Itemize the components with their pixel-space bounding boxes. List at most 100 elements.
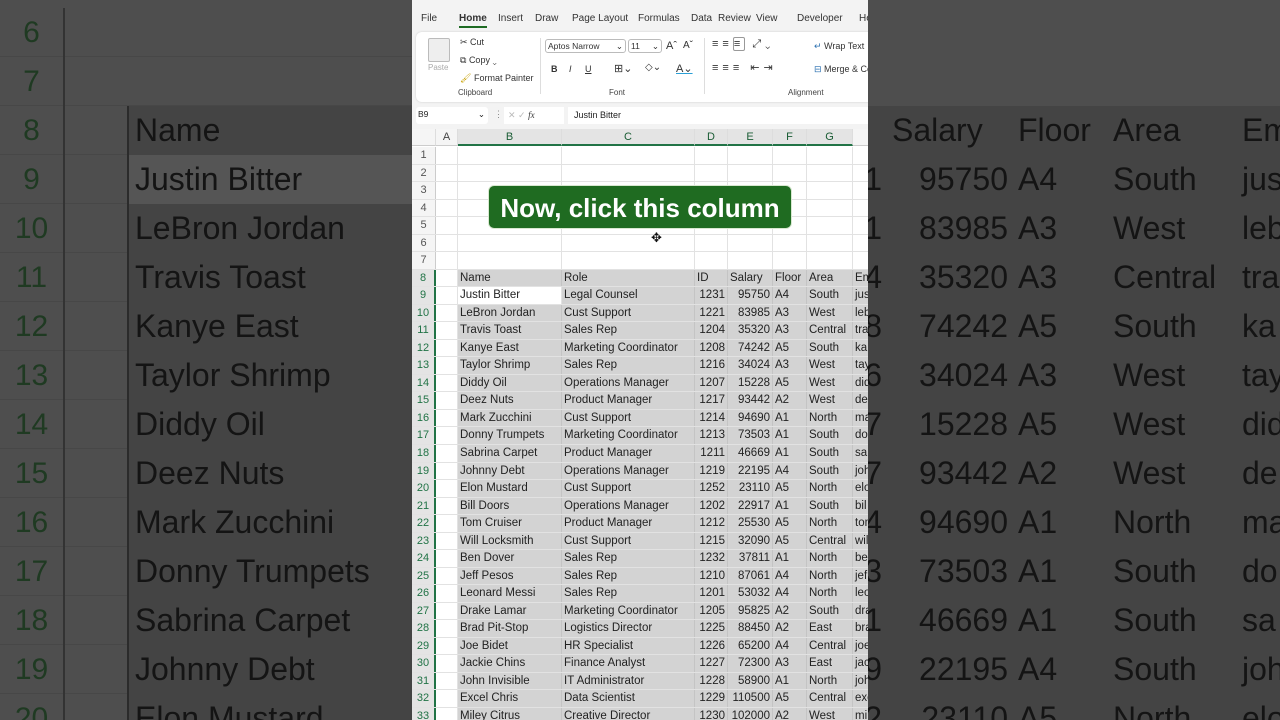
- cell[interactable]: Travis Toast: [458, 322, 562, 339]
- cell[interactable]: A4: [773, 567, 807, 585]
- cell[interactable]: Central: [807, 690, 853, 707]
- row-header-13[interactable]: 13: [412, 357, 436, 374]
- cell[interactable]: [436, 690, 458, 707]
- cell[interactable]: 34024: [728, 357, 773, 374]
- cell[interactable]: South: [807, 287, 853, 304]
- cell[interactable]: A2: [773, 707, 807, 720]
- cell[interactable]: [773, 234, 807, 252]
- tab-formulas[interactable]: Formulas: [638, 13, 680, 24]
- cell[interactable]: [853, 165, 868, 182]
- cell[interactable]: 1226: [695, 637, 728, 655]
- cell[interactable]: 1215: [695, 532, 728, 550]
- cell[interactable]: South: [807, 462, 853, 480]
- cell[interactable]: 46669: [728, 445, 773, 462]
- cell[interactable]: 94690: [728, 409, 773, 427]
- cell[interactable]: 1228: [695, 672, 728, 690]
- cell[interactable]: [853, 147, 868, 164]
- cell[interactable]: leb: [853, 304, 868, 322]
- row-header-26[interactable]: 26: [412, 585, 436, 602]
- column-header-E[interactable]: E: [728, 129, 773, 146]
- cell[interactable]: A4: [773, 287, 807, 304]
- cell[interactable]: [436, 602, 458, 620]
- cell[interactable]: ka: [853, 339, 868, 357]
- cell[interactable]: [436, 515, 458, 532]
- cell[interactable]: [773, 252, 807, 269]
- tab-page-layout[interactable]: Page Layout: [572, 13, 628, 24]
- cell[interactable]: 1213: [695, 427, 728, 444]
- cell[interactable]: 53032: [728, 585, 773, 602]
- cell[interactable]: bra: [853, 620, 868, 637]
- cell[interactable]: South: [807, 602, 853, 620]
- cell[interactable]: A4: [773, 585, 807, 602]
- cell[interactable]: mi: [853, 707, 868, 720]
- cancel-icon[interactable]: ✕: [508, 110, 518, 120]
- column-header-F[interactable]: F: [773, 129, 807, 146]
- cell[interactable]: [807, 147, 853, 164]
- cell[interactable]: Central: [807, 532, 853, 550]
- cell[interactable]: [728, 164, 773, 182]
- cell[interactable]: A5: [773, 515, 807, 532]
- bold-button[interactable]: B: [551, 64, 558, 74]
- cell[interactable]: Central: [807, 637, 853, 655]
- cell[interactable]: 1217: [695, 392, 728, 409]
- row-header-4[interactable]: 4: [412, 199, 436, 217]
- cell[interactable]: A5: [773, 374, 807, 392]
- cell[interactable]: exc: [853, 690, 868, 707]
- enter-icon[interactable]: ✓: [518, 110, 528, 120]
- cell[interactable]: North: [807, 567, 853, 585]
- column-header-A[interactable]: A: [436, 129, 458, 146]
- cell[interactable]: 93442: [728, 392, 773, 409]
- tab-data[interactable]: Data: [691, 13, 712, 24]
- cell[interactable]: A1: [773, 550, 807, 567]
- cell[interactable]: West: [807, 707, 853, 720]
- cell[interactable]: 1214: [695, 409, 728, 427]
- cell[interactable]: [562, 252, 695, 269]
- column-header-G[interactable]: G: [807, 129, 853, 146]
- cell[interactable]: 1232: [695, 550, 728, 567]
- cell[interactable]: did: [853, 374, 868, 392]
- cell[interactable]: [436, 164, 458, 182]
- cell[interactable]: 1207: [695, 374, 728, 392]
- cell[interactable]: [436, 409, 458, 427]
- cell[interactable]: Cust Support: [562, 480, 695, 497]
- cell[interactable]: tra: [853, 322, 868, 339]
- row-header-22[interactable]: 22: [412, 515, 436, 532]
- cell[interactable]: 1252: [695, 480, 728, 497]
- font-color-icon[interactable]: A⌄: [676, 62, 693, 75]
- cell[interactable]: [562, 164, 695, 182]
- fill-color-icon[interactable]: ◇⌄: [645, 62, 661, 73]
- cell[interactable]: Role: [562, 269, 695, 287]
- cell[interactable]: 22917: [728, 497, 773, 515]
- cell[interactable]: 1227: [695, 655, 728, 672]
- cell[interactable]: Bill Doors: [458, 497, 562, 515]
- wrap-text-button[interactable]: ↵ Wrap Text: [814, 41, 864, 52]
- row-header-14[interactable]: 14: [412, 374, 436, 392]
- cell[interactable]: Kanye East: [458, 339, 562, 357]
- formula-input[interactable]: Justin Bitter: [568, 107, 868, 124]
- cell[interactable]: West: [807, 392, 853, 409]
- row-header-6[interactable]: 6: [412, 234, 436, 252]
- cell[interactable]: Em: [853, 269, 868, 287]
- underline-button[interactable]: U: [585, 64, 592, 74]
- merge-center-button[interactable]: ⊟ Merge & Ce: [814, 64, 868, 75]
- cell[interactable]: be: [853, 550, 868, 567]
- row-header-18[interactable]: 18: [412, 445, 436, 462]
- cell[interactable]: West: [807, 304, 853, 322]
- cell[interactable]: Deez Nuts: [458, 392, 562, 409]
- row-header-5[interactable]: 5: [412, 217, 436, 234]
- cell[interactable]: West: [807, 357, 853, 374]
- cell[interactable]: [807, 199, 853, 217]
- cell[interactable]: 1221: [695, 304, 728, 322]
- cell[interactable]: [436, 480, 458, 497]
- cell[interactable]: 72300: [728, 655, 773, 672]
- cell[interactable]: North: [807, 409, 853, 427]
- cell[interactable]: Logistics Director: [562, 620, 695, 637]
- cell[interactable]: 1216: [695, 357, 728, 374]
- cell[interactable]: ma: [853, 409, 868, 427]
- cell[interactable]: Marketing Coordinator: [562, 339, 695, 357]
- cell[interactable]: Data Scientist: [562, 690, 695, 707]
- cell[interactable]: [436, 672, 458, 690]
- cell[interactable]: [807, 234, 853, 252]
- paste-icon[interactable]: [428, 38, 450, 62]
- row-header-31[interactable]: 31: [412, 672, 436, 690]
